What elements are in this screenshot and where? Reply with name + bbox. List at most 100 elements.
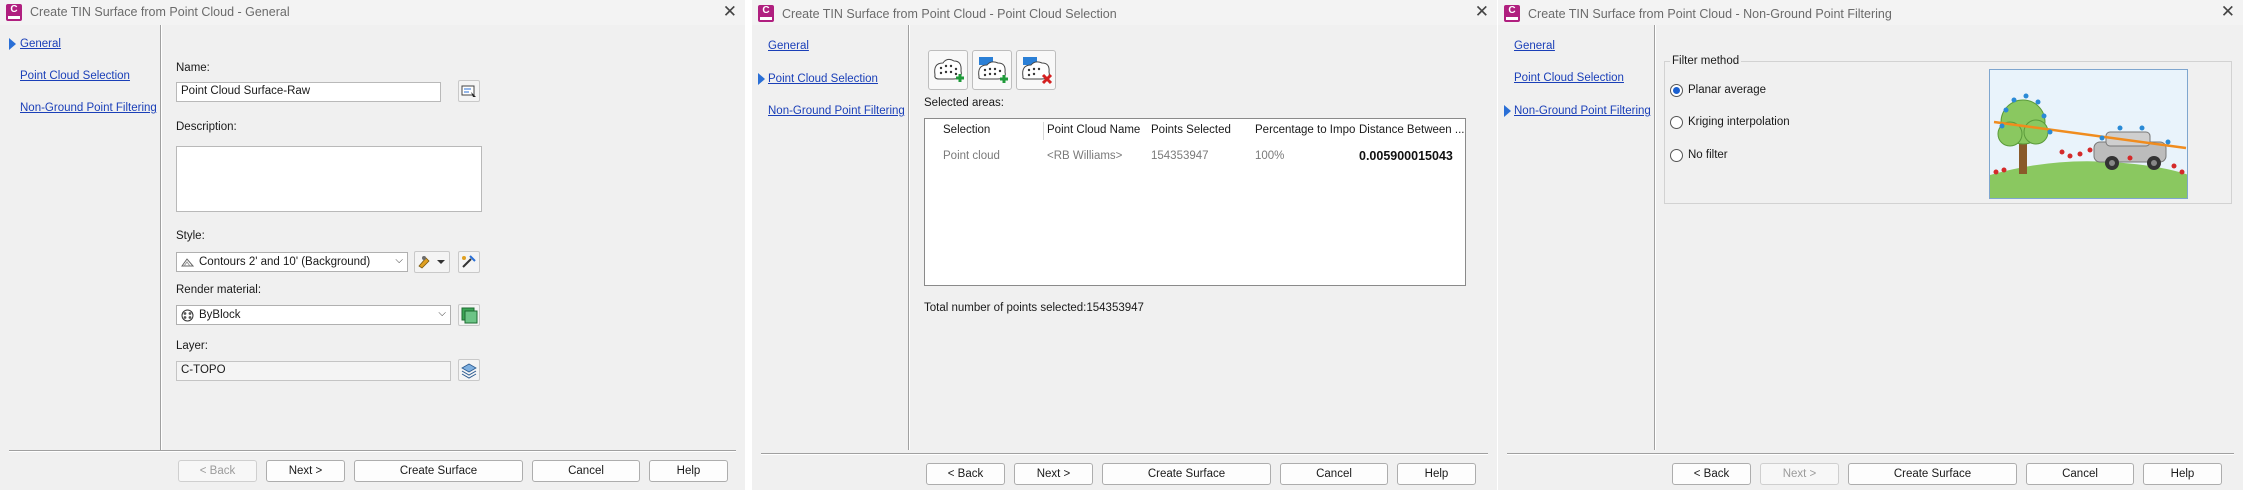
title-bar: C Create TIN Surface from Point Cloud - …	[752, 0, 1497, 25]
close-button[interactable]: ✕	[2221, 2, 2235, 22]
radio-kriging-interpolation[interactable]	[1670, 116, 1683, 129]
selected-areas-label: Selected areas:	[924, 97, 1004, 109]
dialog-general: C Create TIN Surface from Point Cloud - …	[0, 0, 745, 490]
create-surface-button[interactable]: Create Surface	[1102, 463, 1271, 485]
render-material-label: Render material:	[176, 284, 262, 296]
screen-gap	[745, 0, 752, 490]
style-pick-button[interactable]	[458, 251, 480, 273]
layer-label: Layer:	[176, 340, 208, 352]
column-header-points-selected[interactable]: Points Selected	[1147, 119, 1251, 143]
dialog-title: Create TIN Surface from Point Cloud - No…	[1528, 7, 1892, 21]
add-area-icon	[978, 57, 1008, 83]
filter-method-label: Filter method	[1670, 55, 1742, 67]
option-planar-average-label[interactable]: Planar average	[1688, 84, 1766, 96]
radio-no-filter[interactable]	[1670, 149, 1683, 162]
create-surface-button[interactable]: Create Surface	[354, 460, 523, 482]
column-header-percentage[interactable]: Percentage to Import	[1251, 119, 1355, 143]
title-bar: C Create TIN Surface from Point Cloud - …	[1498, 0, 2243, 25]
name-picker-button[interactable]	[458, 80, 480, 102]
pick-style-icon	[462, 255, 476, 268]
radio-planar-average[interactable]	[1670, 84, 1683, 97]
layers-icon	[461, 363, 477, 379]
column-header-point-cloud-name[interactable]: Point Cloud Name	[1043, 119, 1147, 143]
dialog-title: Create TIN Surface from Point Cloud - Po…	[782, 7, 1117, 21]
dialog-title: Create TIN Surface from Point Cloud - Ge…	[30, 5, 290, 19]
filter-illustration	[1989, 69, 2188, 199]
pick-name-icon	[461, 85, 476, 97]
selected-areas-table[interactable]: Selection Point Cloud Name Points Select…	[924, 118, 1466, 286]
chevron-down-icon: ⌵	[438, 308, 446, 319]
cell-point-cloud-name: <RB Williams>	[1047, 150, 1123, 162]
nav-general[interactable]: General	[768, 40, 809, 52]
close-button[interactable]: ✕	[1475, 2, 1489, 22]
add-area-button[interactable]	[972, 50, 1012, 90]
nav-non-ground-point-filtering[interactable]: Non-Ground Point Filtering	[1514, 105, 1651, 117]
nav-point-cloud-selection[interactable]: Point Cloud Selection	[768, 73, 878, 85]
nav-general[interactable]: General	[1514, 40, 1555, 52]
close-button[interactable]: ✕	[723, 2, 737, 22]
nav-general[interactable]: General	[20, 38, 61, 50]
render-material-browse-button[interactable]	[458, 304, 480, 326]
title-bar: C Create TIN Surface from Point Cloud - …	[0, 0, 745, 25]
next-button[interactable]: Next >	[1760, 463, 1839, 485]
help-button[interactable]: Help	[649, 460, 728, 482]
create-surface-button[interactable]: Create Surface	[1848, 463, 2017, 485]
description-label: Description:	[176, 121, 237, 133]
back-button[interactable]: < Back	[178, 460, 257, 482]
add-point-cloud-icon	[934, 58, 964, 82]
next-button[interactable]: Next >	[266, 460, 345, 482]
style-label: Style:	[176, 230, 205, 242]
column-header-selection[interactable]: Selection	[939, 119, 1044, 143]
remove-area-button[interactable]	[1016, 50, 1056, 90]
cell-percentage[interactable]: 100%	[1251, 150, 1284, 162]
layer-select-button[interactable]	[458, 359, 480, 381]
nav-non-ground-point-filtering[interactable]: Non-Ground Point Filtering	[20, 102, 157, 114]
style-dropdown[interactable]: Contours 2' and 10' (Background) ⌵	[176, 252, 408, 272]
total-points-label: Total number of points selected:15435394…	[924, 302, 1144, 314]
style-edit-dropdown-button[interactable]	[414, 251, 450, 273]
next-button[interactable]: Next >	[1014, 463, 1093, 485]
dialog-non-ground-point-filtering: C Create TIN Surface from Point Cloud - …	[1498, 0, 2243, 490]
footer-divider	[9, 450, 736, 451]
render-material-icon	[181, 309, 194, 322]
nav-divider	[908, 25, 909, 450]
surface-style-icon	[181, 258, 194, 267]
cell-distance[interactable]: 0.005900015043	[1355, 149, 1453, 163]
cancel-button[interactable]: Cancel	[1280, 463, 1388, 485]
footer-divider	[761, 453, 1488, 454]
nav-divider	[1654, 25, 1655, 450]
chevron-down-icon: ⌵	[395, 255, 403, 266]
nav-point-cloud-selection[interactable]: Point Cloud Selection	[20, 70, 130, 82]
option-kriging-interpolation-label[interactable]: Kriging interpolation	[1688, 116, 1790, 128]
current-page-arrow-icon	[9, 38, 16, 50]
cancel-button[interactable]: Cancel	[532, 460, 640, 482]
column-header-distance[interactable]: Distance Between ...	[1355, 119, 1467, 143]
back-button[interactable]: < Back	[1672, 463, 1751, 485]
wizard-nav: General Point Cloud Selection Non-Ground…	[0, 25, 160, 450]
cell-selection: Point cloud	[943, 150, 1000, 162]
style-value: Contours 2' and 10' (Background)	[199, 256, 371, 268]
description-textarea[interactable]	[176, 146, 482, 212]
name-label: Name:	[176, 62, 210, 74]
nav-non-ground-point-filtering[interactable]: Non-Ground Point Filtering	[768, 105, 905, 117]
edit-style-icon	[418, 256, 445, 269]
wizard-nav: General Point Cloud Selection Non-Ground…	[752, 25, 912, 450]
footer-divider	[1507, 453, 2234, 454]
cancel-button[interactable]: Cancel	[2026, 463, 2134, 485]
back-button[interactable]: < Back	[926, 463, 1005, 485]
material-browser-icon	[461, 307, 478, 324]
civil3d-app-icon: C	[758, 5, 774, 22]
help-button[interactable]: Help	[1397, 463, 1476, 485]
name-input[interactable]: Point Cloud Surface-Raw	[176, 82, 441, 102]
nav-point-cloud-selection[interactable]: Point Cloud Selection	[1514, 72, 1624, 84]
current-page-arrow-icon	[1504, 105, 1511, 117]
option-no-filter-label[interactable]: No filter	[1688, 149, 1728, 161]
remove-area-icon	[1022, 57, 1053, 85]
planar-average-diagram-icon	[1990, 93, 2187, 198]
wizard-nav: General Point Cloud Selection Non-Ground…	[1498, 25, 1658, 450]
help-button[interactable]: Help	[2143, 463, 2222, 485]
dialog-point-cloud-selection: C Create TIN Surface from Point Cloud - …	[752, 0, 1497, 490]
nav-divider	[160, 25, 161, 450]
add-point-cloud-button[interactable]	[928, 50, 968, 90]
render-material-dropdown[interactable]: ByBlock ⌵	[176, 305, 451, 325]
